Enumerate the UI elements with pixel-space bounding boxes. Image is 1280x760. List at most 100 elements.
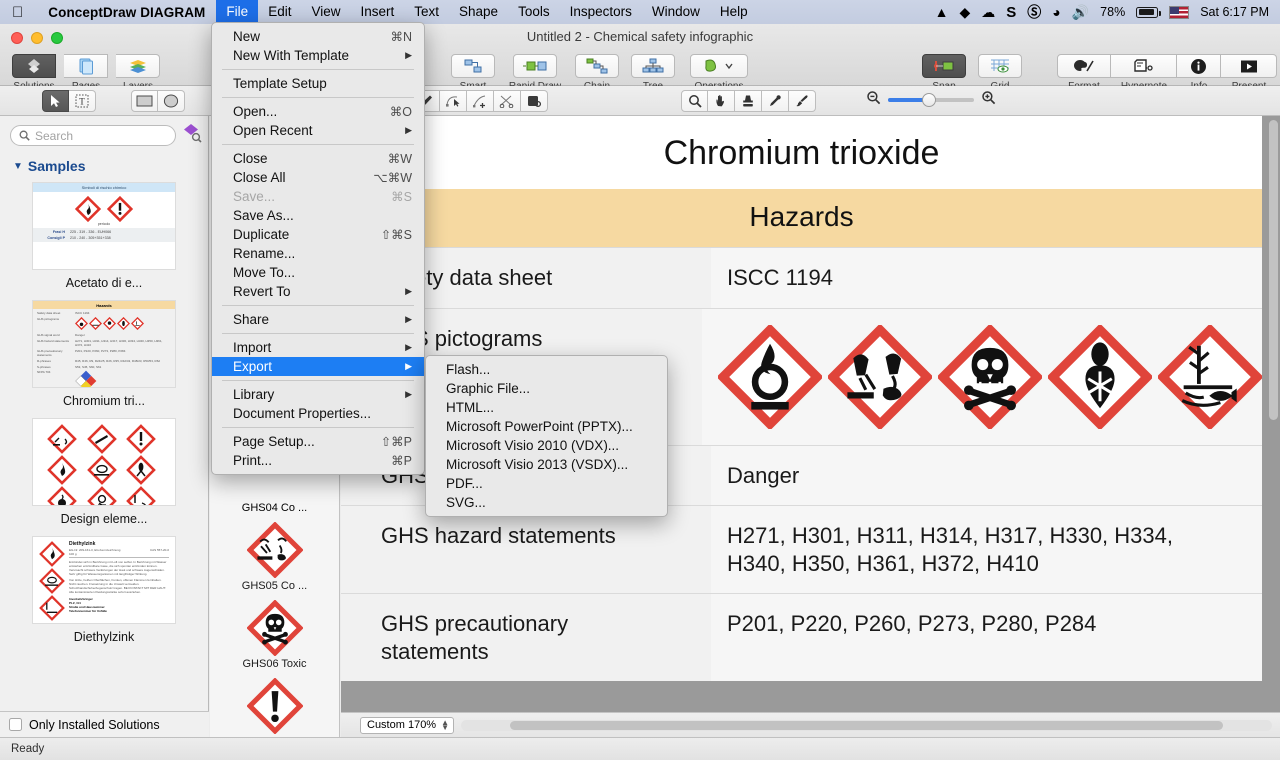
export-menu-item-microsoft-powerpoint-pptx[interactable]: Microsoft PowerPoint (PPTX)... — [426, 417, 667, 436]
menu-file[interactable]: File — [216, 0, 259, 24]
us-flag-icon[interactable] — [1169, 5, 1190, 19]
zoom-in-icon[interactable] — [981, 90, 996, 110]
menu-item-template-setup[interactable]: Template Setup — [212, 74, 424, 93]
canvas-vertical-scrollbar[interactable] — [1268, 116, 1279, 737]
zoom-tool-icon[interactable] — [681, 90, 708, 112]
export-menu-item-microsoft-visio-2010-vdx[interactable]: Microsoft Visio 2010 (VDX)... — [426, 436, 667, 455]
clock[interactable]: Sat 6:17 PM — [1200, 5, 1269, 19]
menu-edit[interactable]: Edit — [258, 0, 301, 24]
canvas-vertical-scroll-thumb[interactable] — [1269, 120, 1278, 420]
search-input[interactable]: Search — [10, 125, 176, 146]
menu-item-shortcut: ⌘P — [391, 454, 412, 468]
list-item[interactable]: Design eleme... — [0, 418, 208, 526]
export-menu-item-flash[interactable]: Flash... — [426, 360, 667, 379]
list-item-label: Chromium tri... — [63, 394, 145, 408]
stepper-icon[interactable]: ▲ ▼ — [441, 719, 449, 732]
menu-item-revert-to[interactable]: Revert To ▶ — [212, 282, 424, 301]
shape-item-ghs06[interactable]: GHS06 Toxic — [210, 600, 339, 670]
wifi-icon[interactable]: ◕ — [1052, 5, 1060, 19]
table-row[interactable]: Safety data sheet ISCC 1194 — [341, 247, 1262, 308]
samples-list[interactable]: Simboli di rischio chimico pericolo Fras… — [0, 182, 208, 730]
menu-insert[interactable]: Insert — [350, 0, 404, 24]
export-submenu[interactable]: Flash... Graphic File... HTML... Microsoft … — [425, 355, 668, 517]
zoom-slider-control[interactable] — [866, 90, 996, 110]
shape-item-ghs05[interactable]: GHS05 Co ... — [210, 522, 339, 592]
zoom-slider-track[interactable] — [888, 93, 974, 107]
apple-menu-icon[interactable]:  — [0, 5, 37, 20]
scissors-tool-icon[interactable] — [494, 90, 521, 112]
menu-help[interactable]: Help — [710, 0, 758, 24]
menu-item-close-all[interactable]: Close All ⌥⌘W — [212, 168, 424, 187]
menu-item-close[interactable]: Close ⌘W — [212, 149, 424, 168]
menu-window[interactable]: Window — [642, 0, 710, 24]
zoom-slider-knob[interactable] — [922, 93, 937, 107]
volume-icon[interactable]: 🔊 — [1072, 5, 1089, 19]
menu-item-document-properties[interactable]: Document Properties... — [212, 404, 424, 423]
battery-icon[interactable] — [1136, 6, 1161, 18]
menu-item-new[interactable]: New ⌘N — [212, 27, 424, 46]
export-menu-item-graphic-file[interactable]: Graphic File... — [426, 379, 667, 398]
export-menu-item-html[interactable]: HTML... — [426, 398, 667, 417]
menu-item-duplicate[interactable]: Duplicate ⇧⌘S — [212, 225, 424, 244]
menu-item-save[interactable]: Save... ⌘S — [212, 187, 424, 206]
menu-tools[interactable]: Tools — [508, 0, 560, 24]
shape-item-ghs07[interactable] — [210, 678, 339, 734]
list-item[interactable]: Hazards Safety data sheet ISCC 1194 GHS p… — [0, 300, 208, 408]
vlc-icon[interactable]: ▲ — [935, 5, 949, 19]
menu-item-open-recent[interactable]: Open Recent ▶ — [212, 121, 424, 140]
menu-item-rename[interactable]: Rename... — [212, 244, 424, 263]
menu-item-library[interactable]: Library ▶ — [212, 385, 424, 404]
list-item[interactable]: Diethylzink EG-Nr. 209-161-3, EG-Kennzei… — [0, 536, 208, 644]
eyedropper-tool-icon[interactable] — [762, 90, 789, 112]
solutions-badge-icon[interactable] — [182, 123, 202, 148]
stamp-tool-icon[interactable] — [735, 90, 762, 112]
only-installed-checkbox[interactable] — [9, 718, 22, 731]
snap-icon — [922, 54, 966, 78]
fill-tool-icon[interactable] — [521, 90, 548, 112]
shape-tool-group — [131, 90, 185, 112]
menu-item-save-as[interactable]: Save As... — [212, 206, 424, 225]
menu-item-print[interactable]: Print... ⌘P — [212, 451, 424, 470]
samples-section-header[interactable]: ▼ Samples — [0, 154, 208, 182]
zoom-out-icon[interactable] — [866, 90, 881, 110]
zoom-level-stepper[interactable]: Custom 170% ▲ ▼ — [360, 716, 455, 734]
menu-inspectors[interactable]: Inspectors — [560, 0, 642, 24]
menu-item-move-to[interactable]: Move To... — [212, 263, 424, 282]
paintbrush-tool-icon[interactable] — [789, 90, 816, 112]
menu-item-open[interactable]: Open... ⌘O — [212, 102, 424, 121]
menu-item-import[interactable]: Import ▶ — [212, 338, 424, 357]
app-window: Untitled 2 - Chemical safety infographic… — [0, 22, 1280, 760]
menu-item-share[interactable]: Share ▶ — [212, 310, 424, 329]
cloud-upload-icon[interactable]: ☁ — [981, 5, 995, 19]
export-menu-item-pdf[interactable]: PDF... — [426, 474, 667, 493]
list-item[interactable]: Simboli di rischio chimico pericolo Fras… — [0, 182, 208, 290]
canvas-horizontal-scrollbar[interactable] — [461, 719, 1272, 731]
app-name-menu[interactable]: ConceptDraw DIAGRAM — [37, 5, 216, 20]
menu-text[interactable]: Text — [404, 0, 449, 24]
menu-shape[interactable]: Shape — [449, 0, 508, 24]
table-row[interactable]: GHS hazard statements H271, H301, H311, … — [341, 505, 1262, 593]
export-menu-item-svg[interactable]: SVG... — [426, 493, 667, 512]
menu-item-shortcut: ⇧⌘S — [380, 228, 412, 242]
rectangle-tool-icon[interactable] — [131, 90, 158, 112]
menu-view[interactable]: View — [301, 0, 350, 24]
diamond-icon[interactable]: ◆ — [959, 5, 970, 19]
text-tool-icon[interactable]: T — [69, 90, 96, 112]
tools-toolbar: T — [0, 86, 1280, 116]
table-row[interactable]: GHS precautionary statements P201, P220,… — [341, 593, 1262, 681]
canvas-horizontal-scroll-thumb[interactable] — [509, 720, 1224, 730]
s-icon[interactable]: S — [1006, 5, 1016, 20]
pointer-tool-icon[interactable] — [42, 90, 69, 112]
export-menu-item-microsoft-visio-2013-vsdx[interactable]: Microsoft Visio 2013 (VSDX)... — [426, 455, 667, 474]
only-installed-solutions-row[interactable]: Only Installed Solutions — [0, 711, 209, 737]
shape-item-ghs04-label: GHS04 Co ... — [241, 502, 308, 514]
add-point-tool-icon[interactable] — [467, 90, 494, 112]
skype-icon[interactable]: Ⓢ — [1027, 5, 1041, 19]
hand-tool-icon[interactable] — [708, 90, 735, 112]
edit-point-tool-icon[interactable] — [440, 90, 467, 112]
file-menu-dropdown[interactable]: New ⌘N New With Template ▶ Template Setup Ope… — [211, 22, 425, 475]
menu-item-export[interactable]: Export ▶ — [212, 357, 424, 376]
menu-item-page-setup[interactable]: Page Setup... ⇧⌘P — [212, 432, 424, 451]
ellipse-tool-icon[interactable] — [158, 90, 185, 112]
menu-item-new-with-template[interactable]: New With Template ▶ — [212, 46, 424, 65]
